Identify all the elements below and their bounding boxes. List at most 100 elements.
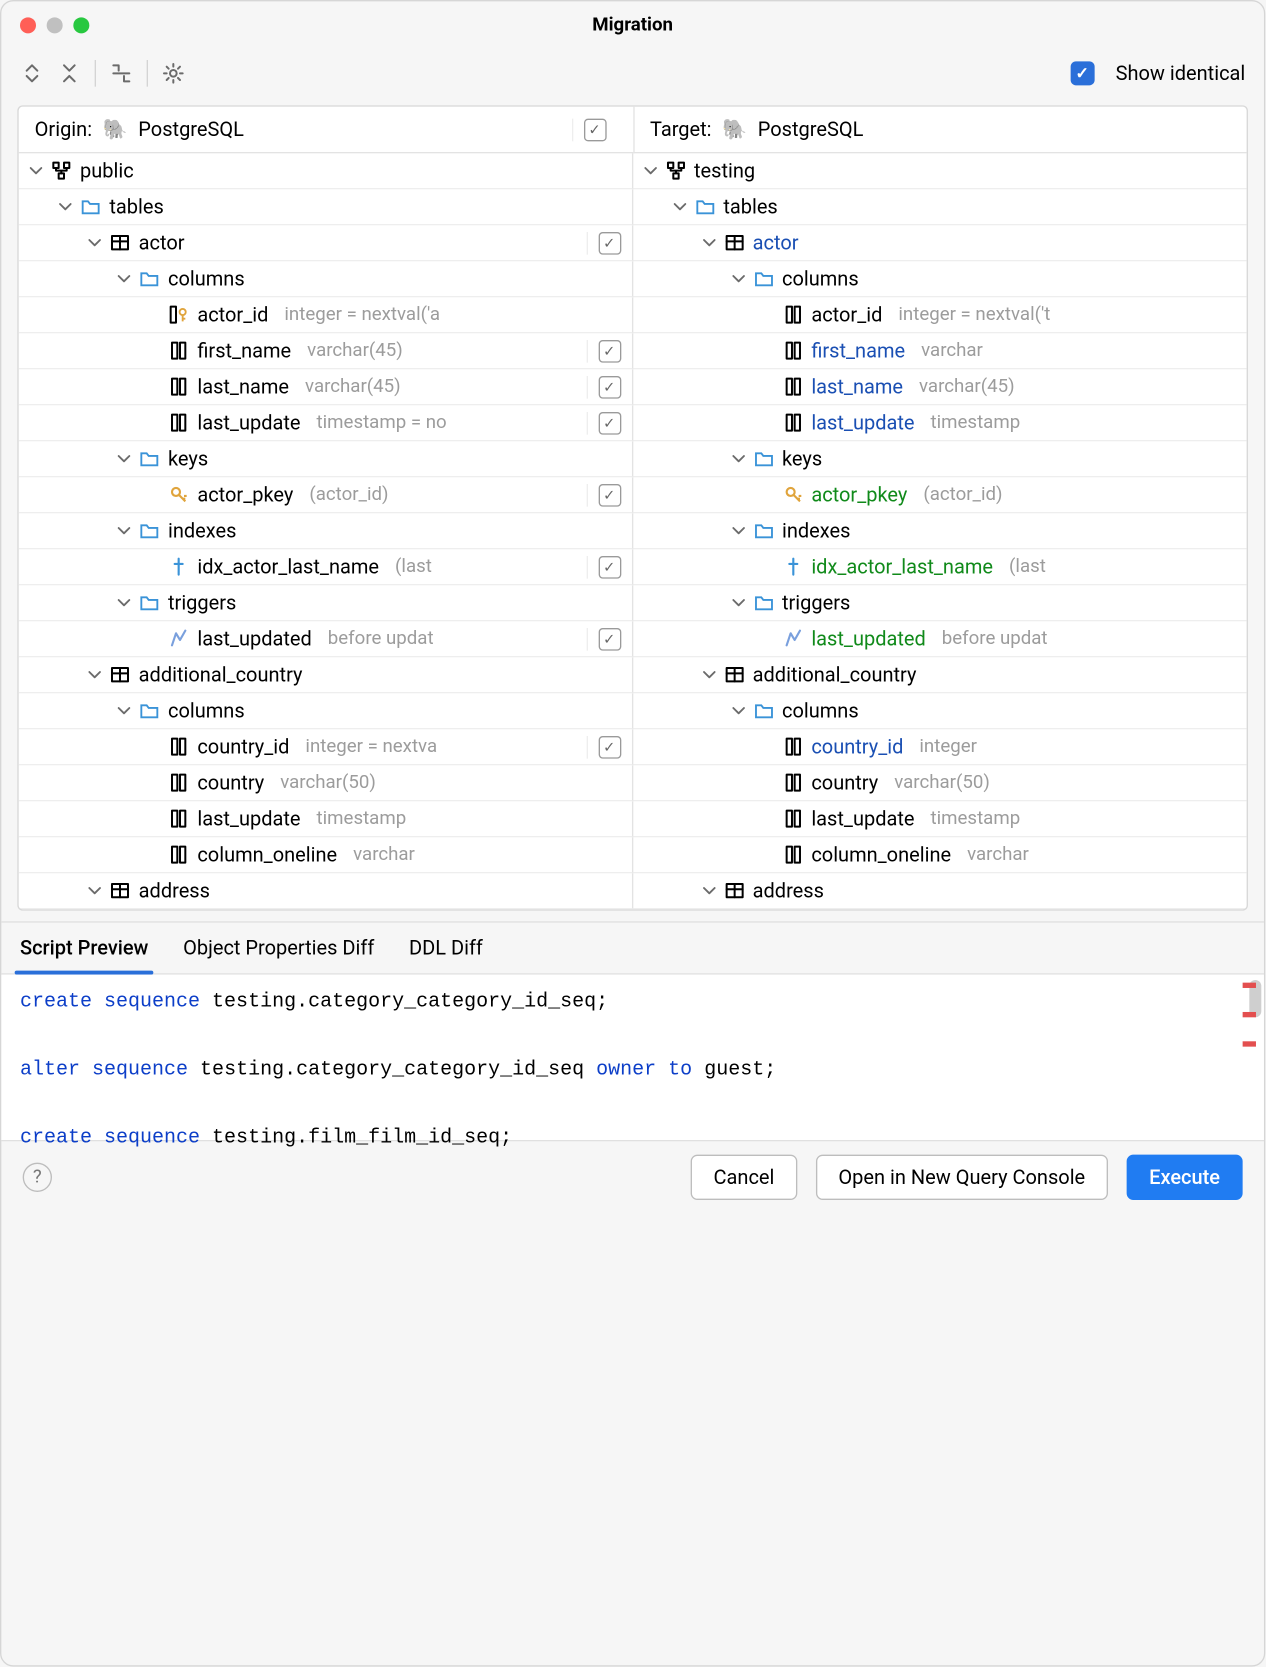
origin-header: Origin: 🐘 PostgreSQL [19,107,633,154]
tree-row-target[interactable]: actor_id integer = nextval('t [633,297,1247,333]
tree-row-origin[interactable]: idx_actor_last_name (last [19,549,633,585]
help-icon[interactable]: ? [23,1163,52,1192]
tree-row-target[interactable]: last_name varchar(45) [633,369,1247,405]
tree-row-target[interactable]: columns [633,693,1247,729]
row-checkbox[interactable] [598,231,621,254]
gear-icon[interactable] [161,61,185,85]
tree-row-target[interactable]: columns [633,261,1247,297]
script-preview-editor[interactable]: create sequence testing.category_categor… [1,975,1264,1140]
chevron-down-icon[interactable] [702,236,715,249]
tree-row-origin[interactable]: actor_pkey (actor_id) [19,477,633,513]
chevron-down-icon[interactable] [117,452,130,465]
schema-icon [665,160,686,181]
tree-item-type: timestamp [931,808,1021,829]
col-icon [168,736,189,757]
tree-row-target[interactable]: last_update timestamp [633,405,1247,441]
tree-row-target[interactable]: actor [633,225,1247,261]
tree-row-target[interactable]: column_oneline varchar [633,837,1247,873]
tree-row-origin[interactable]: last_update timestamp [19,801,633,837]
tree-row-origin[interactable]: keys [19,441,633,477]
chevron-down-icon[interactable] [731,704,744,717]
tree-row-origin[interactable]: triggers [19,585,633,621]
chevron-down-icon[interactable] [731,524,744,537]
tree-row-origin[interactable]: last_name varchar(45) [19,369,633,405]
tree-row-origin[interactable]: last_update timestamp = no [19,405,633,441]
tree-row-target[interactable]: triggers [633,585,1247,621]
tree-row-target[interactable]: actor_pkey (actor_id) [633,477,1247,513]
tab-script-preview[interactable]: Script Preview [20,936,148,973]
tree-row-origin[interactable]: columns [19,693,633,729]
tree-row-origin[interactable]: additional_country [19,657,633,693]
collapse-icon[interactable] [57,61,81,85]
chevron-down-icon[interactable] [731,596,744,609]
chevron-down-icon[interactable] [731,452,744,465]
chevron-down-icon[interactable] [29,164,42,177]
expand-icon[interactable] [20,61,44,85]
origin-check-all[interactable] [583,118,606,141]
tree-row-target[interactable]: additional_country [633,657,1247,693]
tree-row-target[interactable]: country_id integer [633,729,1247,765]
tree-row-origin[interactable]: country varchar(50) [19,765,633,801]
col-icon [168,340,189,361]
col-icon [782,304,803,325]
row-checkbox[interactable] [598,735,621,758]
code-line: create sequence testing.category_categor… [20,985,1245,1019]
tree-row-origin[interactable]: tables [19,189,633,225]
chevron-down-icon[interactable] [88,668,101,681]
cancel-button[interactable]: Cancel [691,1155,797,1200]
row-checkbox[interactable] [598,375,621,398]
chevron-down-icon[interactable] [117,524,130,537]
tree-row-target[interactable]: testing [633,153,1247,189]
chevron-down-icon[interactable] [702,884,715,897]
diff-icon[interactable] [109,61,133,85]
tree-item-label: last_update [811,807,914,831]
tree-row-target[interactable]: country varchar(50) [633,765,1247,801]
tree-row-target[interactable]: address [633,873,1247,909]
tree-row-target[interactable]: indexes [633,513,1247,549]
tree-row-target[interactable]: idx_actor_last_name (last [633,549,1247,585]
chevron-down-icon[interactable] [731,272,744,285]
tree-row-origin[interactable]: public [19,153,633,189]
tab-object-properties-diff[interactable]: Object Properties Diff [183,936,374,973]
row-checkbox[interactable] [598,339,621,362]
tree-row-target[interactable]: keys [633,441,1247,477]
chevron-down-icon[interactable] [673,200,686,213]
tree-row-target[interactable]: first_name varchar [633,333,1247,369]
chevron-down-icon[interactable] [117,596,130,609]
row-checkbox[interactable] [598,627,621,650]
tree-row-origin[interactable]: last_updated before updat [19,621,633,657]
tree-row-origin[interactable]: actor [19,225,633,261]
row-checkbox[interactable] [598,411,621,434]
tree-row-origin[interactable]: address [19,873,633,909]
chevron-down-icon[interactable] [117,272,130,285]
window-zoom-icon[interactable] [73,17,89,33]
open-console-button[interactable]: Open in New Query Console [816,1155,1108,1200]
execute-button[interactable]: Execute [1126,1155,1242,1200]
tree-row-target[interactable]: tables [633,189,1247,225]
chevron-down-icon[interactable] [88,236,101,249]
check-icon: ✓ [1076,64,1089,83]
tree-row-origin[interactable]: indexes [19,513,633,549]
tab-ddl-diff[interactable]: DDL Diff [409,936,483,973]
row-checkbox[interactable] [598,483,621,506]
tree-row-target[interactable]: last_update timestamp [633,801,1247,837]
row-checkbox[interactable] [598,555,621,578]
tree-row-origin[interactable]: first_name varchar(45) [19,333,633,369]
tree-row-target[interactable]: last_updated before updat [633,621,1247,657]
window-minimize-icon[interactable] [47,17,63,33]
tree-row-origin[interactable]: actor_id integer = nextval('a [19,297,633,333]
chevron-down-icon[interactable] [88,884,101,897]
folder-icon [139,520,160,541]
tree-row-origin[interactable]: column_oneline varchar [19,837,633,873]
chevron-down-icon[interactable] [643,164,656,177]
col-icon [782,340,803,361]
window-close-icon[interactable] [20,17,36,33]
chevron-down-icon[interactable] [702,668,715,681]
show-identical-checkbox[interactable]: ✓ [1070,61,1094,85]
tree-row-origin[interactable]: columns [19,261,633,297]
tree-item-type: timestamp = no [317,412,447,433]
tree-row-origin[interactable]: country_id integer = nextva [19,729,633,765]
chevron-down-icon[interactable] [59,200,72,213]
code-line: alter sequence testing.category_category… [20,1053,1245,1087]
chevron-down-icon[interactable] [117,704,130,717]
